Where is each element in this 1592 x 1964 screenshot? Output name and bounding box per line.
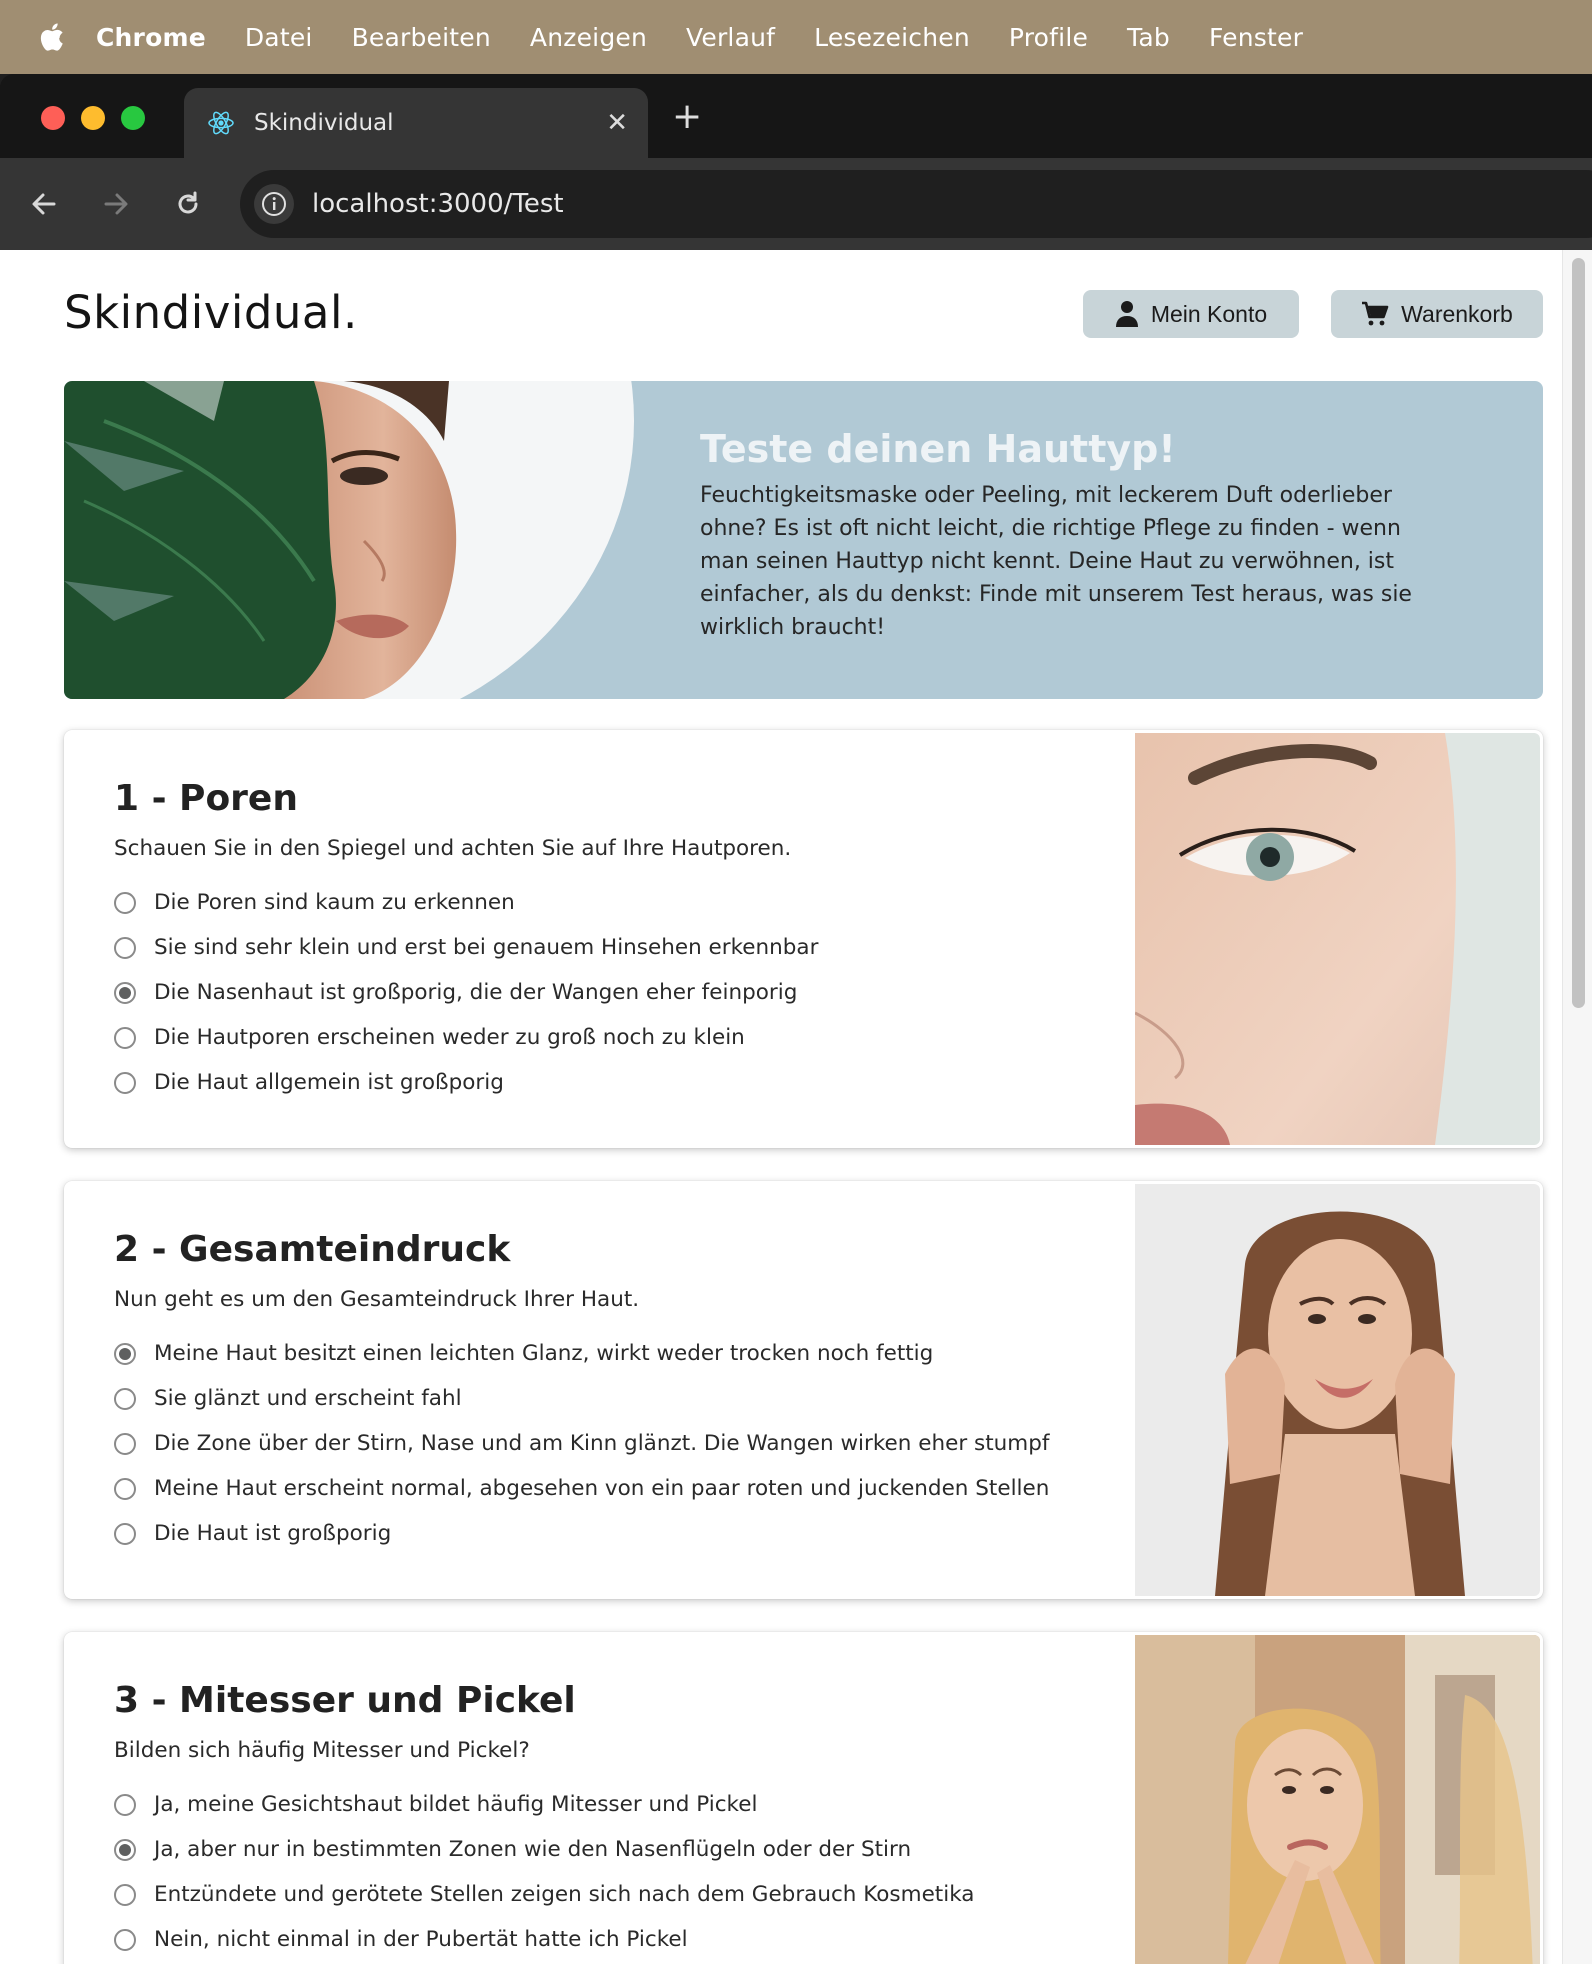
- answer-option[interactable]: Nein, nicht einmal in der Pubertät hatte…: [114, 1917, 974, 1962]
- address-bar[interactable]: localhost:3000/Test: [240, 170, 1592, 238]
- question-prompt: Bilden sich häufig Mitesser und Pickel?: [114, 1738, 530, 1763]
- menu-item-profile[interactable]: Profile: [1009, 23, 1088, 52]
- face-hands-image: [1135, 1184, 1540, 1596]
- answer-option[interactable]: Sie sind sehr klein und erst bei genauem…: [114, 925, 818, 970]
- radio-button[interactable]: [114, 936, 136, 959]
- cart-button[interactable]: Warenkorb: [1331, 290, 1543, 338]
- apple-icon[interactable]: [38, 21, 66, 53]
- answer-option[interactable]: Die Haut ist großporig: [114, 1511, 1049, 1556]
- radio-button[interactable]: [114, 1522, 136, 1545]
- radio-button-selected[interactable]: [114, 981, 136, 1004]
- radio-button[interactable]: [114, 1928, 136, 1951]
- answer-options: Meine Haut besitzt einen leichten Glanz,…: [114, 1331, 1049, 1556]
- radio-button[interactable]: [114, 1071, 136, 1094]
- back-arrow-icon[interactable]: [20, 180, 68, 228]
- answer-label[interactable]: Die Haut ist großporig: [154, 1521, 391, 1546]
- menu-item-anzeigen[interactable]: Anzeigen: [530, 23, 647, 52]
- answer-label[interactable]: Die Zone über der Stirn, Nase und am Kin…: [154, 1431, 1049, 1456]
- tab-title: Skindividual: [254, 110, 394, 136]
- question-title: 2 - Gesamteindruck: [114, 1229, 511, 1270]
- react-icon: [204, 106, 238, 140]
- hero-title: Teste deinen Hauttyp!: [700, 427, 1176, 471]
- answer-label[interactable]: Meine Haut erscheint normal, abgesehen v…: [154, 1476, 1049, 1501]
- menu-item-fenster[interactable]: Fenster: [1209, 23, 1303, 52]
- zoom-window-button[interactable]: [121, 106, 145, 130]
- answer-option[interactable]: Die Haut allgemein ist großporig: [114, 1060, 818, 1105]
- question-card-2: 2 - Gesamteindruck Nun geht es um den Ge…: [64, 1181, 1543, 1599]
- answer-option[interactable]: Meine Haut erscheint normal, abgesehen v…: [114, 1466, 1049, 1511]
- page-viewport: Skindividual. Mein Konto Warenkorb Teste…: [0, 250, 1592, 1964]
- menu-item-lesezeichen[interactable]: Lesezeichen: [814, 23, 970, 52]
- radio-button-selected[interactable]: [114, 1342, 136, 1365]
- url-text: localhost:3000/Test: [312, 189, 564, 219]
- answer-label[interactable]: Meine Haut besitzt einen leichten Glanz,…: [154, 1341, 933, 1366]
- answer-option[interactable]: Meine Haut besitzt einen leichten Glanz,…: [114, 1331, 1049, 1376]
- question-title: 1 - Poren: [114, 778, 298, 819]
- answer-option[interactable]: Die Nasenhaut ist großporig, die der Wan…: [114, 970, 818, 1015]
- menu-app-name[interactable]: Chrome: [96, 23, 206, 52]
- my-account-button[interactable]: Mein Konto: [1083, 290, 1299, 338]
- question-card-1: 1 - Poren Schauen Sie in den Spiegel und…: [64, 730, 1543, 1148]
- radio-button[interactable]: [114, 1026, 136, 1049]
- answer-label[interactable]: Die Haut allgemein ist großporig: [154, 1070, 504, 1095]
- eye-closeup-image: [1135, 733, 1540, 1145]
- answer-option[interactable]: Sie glänzt und erscheint fahl: [114, 1376, 1049, 1421]
- close-window-button[interactable]: [41, 106, 65, 130]
- radio-button[interactable]: [114, 1477, 136, 1500]
- answer-label[interactable]: Ja, aber nur in bestimmten Zonen wie den…: [154, 1837, 911, 1862]
- answer-label[interactable]: Die Poren sind kaum zu erkennen: [154, 890, 515, 915]
- question-prompt: Nun geht es um den Gesamteindruck Ihrer …: [114, 1287, 640, 1312]
- answer-option[interactable]: Ja, meine Gesichtshaut bildet häufig Mit…: [114, 1782, 974, 1827]
- menu-item-verlauf[interactable]: Verlauf: [686, 23, 775, 52]
- cart-label: Warenkorb: [1401, 300, 1513, 327]
- question-card-3: 3 - Mitesser und Pickel Bilden sich häuf…: [64, 1632, 1543, 1964]
- answer-label[interactable]: Die Nasenhaut ist großporig, die der Wan…: [154, 980, 797, 1005]
- answer-option[interactable]: Ja, aber nur in bestimmten Zonen wie den…: [114, 1827, 974, 1872]
- cart-icon: [1361, 301, 1389, 327]
- answer-options: Ja, meine Gesichtshaut bildet häufig Mit…: [114, 1782, 974, 1962]
- site-logo[interactable]: Skindividual.: [64, 286, 358, 339]
- reload-icon[interactable]: [164, 180, 212, 228]
- radio-button[interactable]: [114, 1793, 136, 1816]
- radio-button[interactable]: [114, 891, 136, 914]
- menu-item-bearbeiten[interactable]: Bearbeiten: [352, 23, 491, 52]
- radio-button-selected[interactable]: [114, 1838, 136, 1861]
- user-icon: [1115, 300, 1139, 328]
- answer-label[interactable]: Nein, nicht einmal in der Pubertät hatte…: [154, 1927, 688, 1952]
- hero-banner: Teste deinen Hauttyp! Feuchtigkeitsmaske…: [64, 381, 1543, 699]
- browser-tab-active[interactable]: Skindividual ✕: [184, 88, 648, 158]
- question-title: 3 - Mitesser und Pickel: [114, 1680, 576, 1721]
- answer-option[interactable]: Die Hautporen erscheinen weder zu groß n…: [114, 1015, 818, 1060]
- new-tab-icon[interactable]: +: [672, 96, 702, 137]
- forward-arrow-icon[interactable]: [92, 180, 140, 228]
- question-prompt: Schauen Sie in den Spiegel und achten Si…: [114, 836, 792, 861]
- page-scrollbar[interactable]: [1562, 250, 1592, 1964]
- answer-label[interactable]: Sie glänzt und erscheint fahl: [154, 1386, 462, 1411]
- browser-toolbar: localhost:3000/Test: [0, 158, 1592, 250]
- hero-image: [64, 381, 704, 699]
- scrollbar-thumb[interactable]: [1572, 258, 1585, 1008]
- answer-label[interactable]: Entzündete und gerötete Stellen zeigen s…: [154, 1882, 974, 1907]
- answer-label[interactable]: Die Hautporen erscheinen weder zu groß n…: [154, 1025, 745, 1050]
- answer-label[interactable]: Sie sind sehr klein und erst bei genauem…: [154, 935, 818, 960]
- answer-option[interactable]: Die Poren sind kaum zu erkennen: [114, 880, 818, 925]
- site-info-icon[interactable]: [254, 184, 294, 224]
- answer-option[interactable]: Die Zone über der Stirn, Nase und am Kin…: [114, 1421, 1049, 1466]
- radio-button[interactable]: [114, 1387, 136, 1410]
- radio-button[interactable]: [114, 1883, 136, 1906]
- menu-bar: Chrome Datei Bearbeiten Anzeigen Verlauf…: [0, 0, 1592, 74]
- menu-item-tab[interactable]: Tab: [1127, 23, 1170, 52]
- menu-item-datei[interactable]: Datei: [245, 23, 313, 52]
- hero-text: Feuchtigkeitsmaske oder Peeling, mit lec…: [700, 483, 1412, 640]
- close-tab-icon[interactable]: ✕: [606, 108, 628, 138]
- answer-label[interactable]: Ja, meine Gesichtshaut bildet häufig Mit…: [154, 1792, 757, 1817]
- minimize-window-button[interactable]: [81, 106, 105, 130]
- tab-strip: Skindividual ✕ +: [0, 74, 1592, 158]
- answer-options: Die Poren sind kaum zu erkennen Sie sind…: [114, 880, 818, 1105]
- browser-window-chrome: Skindividual ✕ + localhost:3000/Test: [0, 74, 1592, 250]
- my-account-label: Mein Konto: [1150, 300, 1268, 327]
- mirror-pimple-image: [1135, 1635, 1540, 1964]
- answer-option[interactable]: Entzündete und gerötete Stellen zeigen s…: [114, 1872, 974, 1917]
- radio-button[interactable]: [114, 1432, 136, 1455]
